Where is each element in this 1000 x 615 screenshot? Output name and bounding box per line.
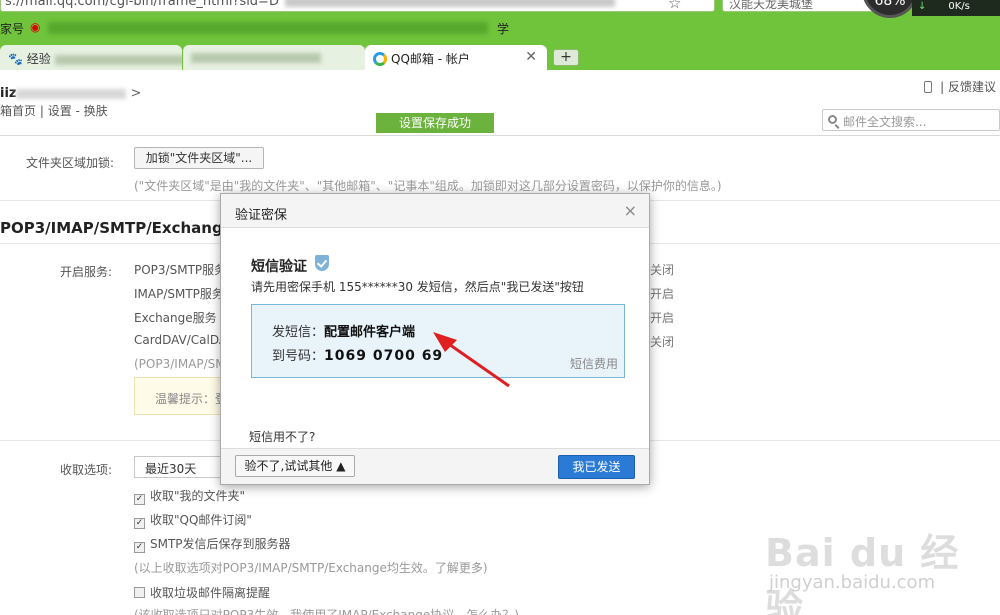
sms-verify-heading: 短信验证 — [251, 259, 307, 275]
nav-links: 箱首页 | 设置 - 换肤 — [0, 104, 108, 118]
bookmark-item-end[interactable]: 学 — [497, 20, 509, 37]
weibo-icon[interactable]: ◉ — [30, 20, 40, 34]
services-note: (POP3/IMAP/SM — [134, 357, 226, 371]
browser-chrome: s://mail.qq.com/cgi-bin/frame_html?sid=D… — [0, 0, 1000, 71]
new-tab-button[interactable]: + — [553, 49, 579, 66]
baidu-watermark: Bai du 经验 jingyan.baidu.com — [765, 508, 995, 615]
folder-lock-hint: ("文件夹区域"是由"我的文件夹"、"其他邮箱"、"记事本"组成。加锁即对这几部… — [134, 179, 722, 193]
browser-logo-icon — [373, 52, 387, 66]
receive-bottom-hint: (该收取选项只对POP3生效。我使用了IMAP/Exchange协议，怎么办？) — [134, 608, 519, 615]
bookmark-bar: 家号 ◉ 学 — [0, 16, 1000, 40]
check-spam-notify[interactable]: 收取垃圾邮件隔离提醒 — [134, 584, 270, 601]
sms-send-value: 配置邮件客户端 — [324, 325, 416, 340]
receive-period-value: 最近30天 — [145, 462, 197, 476]
tab-label: QQ邮箱 - 帐户 — [391, 52, 470, 66]
account-prefix: iiz — [0, 86, 17, 101]
tab-blur — [191, 52, 321, 63]
account-name[interactable]: iiz > — [0, 86, 141, 101]
search-icon — [828, 115, 837, 124]
mail-search-input[interactable]: 邮件全文搜索... — [822, 109, 1000, 131]
up-arrow-icon: ↓ — [918, 1, 927, 12]
address-blur — [284, 0, 615, 7]
checkbox-icon[interactable]: ✓ — [134, 542, 145, 553]
check-smtp-save[interactable]: ✓ SMTP发信后保存到服务器 — [134, 535, 291, 553]
check-label: SMTP发信后保存到服务器 — [150, 537, 291, 551]
dialog-title: 验证密保 — [235, 208, 288, 223]
watermark-text: Bai du 经验 — [765, 531, 960, 615]
service-exchange-state[interactable]: 开启 — [650, 309, 674, 326]
sms-send-label: 发短信： — [272, 325, 325, 340]
dialog-footer: 验不了,试试其他 ▲ 我已发送 — [221, 448, 649, 484]
services-tip: 温馨提示：登 — [134, 377, 224, 415]
service-imap-state[interactable]: 开启 — [650, 285, 674, 302]
check-label: 收取垃圾邮件隔离提醒 — [150, 586, 271, 600]
watermark-sub: jingyan.baidu.com — [769, 572, 936, 593]
nav-skin-link[interactable]: 换肤 — [84, 104, 108, 118]
check-qq-subscribe[interactable]: ✓ 收取"QQ邮件订阅" — [134, 511, 252, 529]
feedback-link[interactable]: | 反馈建议 — [924, 78, 996, 95]
sent-button[interactable]: 我已发送 — [558, 455, 635, 479]
sms-to-value: 1069 0700 69 — [324, 348, 444, 364]
gauge-value: 68% — [874, 0, 906, 9]
sms-unavailable-link[interactable]: 短信用不了? — [249, 428, 315, 445]
verify-dialog: 验证密保 × 短信验证 请先用密保手机 155******30 发短信，然后点"… — [220, 193, 650, 485]
tab-jingyan[interactable]: 🐾 经验 — [0, 45, 182, 71]
service-carddav-state[interactable]: 关闭 — [650, 333, 674, 350]
service-pop3-state[interactable]: 关闭 — [650, 261, 674, 278]
check-label: 收取"我的文件夹" — [150, 489, 246, 503]
shield-icon — [315, 255, 329, 271]
service-exchange: Exchange服务 — [134, 311, 217, 325]
section-title: POP3/IMAP/SMTP/Exchange/ — [0, 219, 239, 237]
sms-send-line: 发短信：配置邮件客户端 — [272, 321, 415, 340]
check-label: 收取"QQ邮件订阅" — [150, 513, 252, 527]
baidu-icon: 🐾 — [8, 52, 23, 66]
try-other-button[interactable]: 验不了,试试其他 ▲ — [235, 455, 355, 477]
address-bar[interactable]: s://mail.qq.com/cgi-bin/frame_html?sid=D — [0, 0, 715, 12]
service-imap: IMAP/SMTP服务 — [134, 287, 224, 301]
account-arrow: > — [130, 86, 142, 101]
address-text: s://mail.qq.com/cgi-bin/frame_html?sid=D — [5, 0, 279, 9]
checkbox-icon[interactable]: ✓ — [134, 518, 145, 529]
net-speed: ↓ 0K/s — [912, 0, 1000, 16]
tab-blurred[interactable] — [183, 45, 365, 71]
folder-lock-label: 文件夹区域加锁: — [26, 156, 115, 170]
triangle-up-icon: ▲ — [336, 459, 346, 473]
tab-close-icon[interactable]: ✕ — [525, 49, 537, 65]
close-icon[interactable]: × — [624, 201, 637, 220]
bookmark-item[interactable]: 家号 — [0, 22, 24, 36]
nav-home-link[interactable]: 箱首页 — [0, 104, 36, 118]
sms-instruction: 请先用密保手机 155******30 发短信，然后点"我已发送"按钮 — [251, 280, 584, 294]
receive-period-select[interactable]: 最近30天 — [134, 456, 222, 478]
checkbox-icon[interactable]: ✓ — [134, 494, 145, 505]
dialog-header: 验证密保 × — [221, 194, 649, 228]
services-tip-text: 温馨提示：登 — [155, 392, 224, 406]
services-label: 开启服务: — [60, 265, 113, 279]
phone-icon[interactable] — [924, 81, 933, 93]
sms-cost-link[interactable]: 短信费用 — [570, 355, 618, 372]
account-blur — [16, 88, 127, 99]
tab-label: 经验 — [26, 52, 51, 66]
bookmark-blur — [48, 22, 488, 34]
star-icon[interactable]: ☆ — [668, 0, 681, 12]
nav-settings-link[interactable]: 设置 — [48, 104, 72, 118]
folder-lock-button[interactable]: 加锁"文件夹区域"... — [134, 147, 264, 169]
header-divider — [0, 135, 1000, 136]
tab-blur — [54, 54, 182, 65]
red-arrow-icon — [433, 332, 510, 388]
sms-to-label: 到号码： — [272, 349, 325, 364]
search-placeholder: 邮件全文搜索... — [843, 115, 927, 129]
service-carddav: CardDAV/CalDA — [134, 333, 228, 347]
sms-to-line: 到号码：1069 0700 69 — [272, 345, 443, 364]
tab-qqmail[interactable]: QQ邮箱 - 帐户 ✕ — [365, 45, 547, 71]
try-other-label: 验不了,试试其他 — [244, 459, 333, 473]
service-pop3: POP3/SMTP服务 — [134, 263, 227, 277]
browser-search-text: 汉能天龙美城堡 — [729, 0, 814, 11]
receive-label: 收取选项: — [60, 463, 113, 477]
speed-value: 0K/s — [948, 1, 970, 12]
save-success-banner: 设置保存成功 — [376, 113, 494, 133]
receive-hint: (以上收取选项对POP3/IMAP/SMTP/Exchange均生效。了解更多) — [134, 561, 488, 575]
feedback-label: 反馈建议 — [947, 80, 996, 94]
checkbox-icon[interactable] — [134, 587, 145, 598]
check-my-folders[interactable]: ✓ 收取"我的文件夹" — [134, 487, 245, 505]
